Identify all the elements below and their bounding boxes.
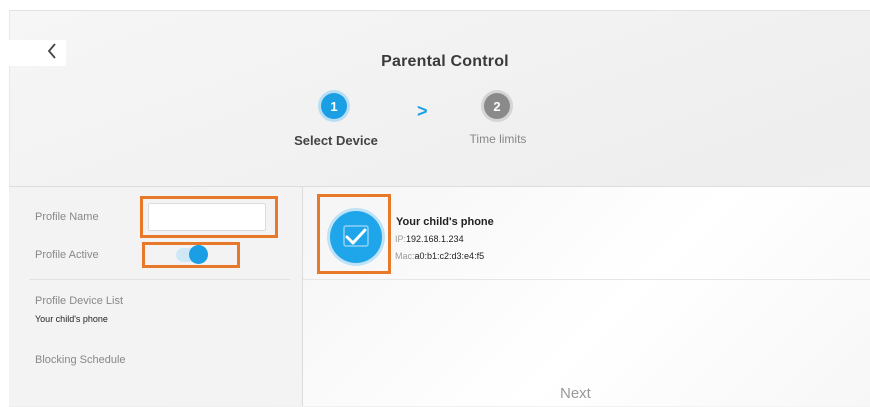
device-name: Your child's phone (396, 216, 494, 228)
profile-active-label: Profile Active (35, 249, 99, 261)
profile-name-label: Profile Name (35, 211, 99, 223)
profile-active-highlight (142, 242, 240, 268)
right-separator (303, 279, 870, 280)
page-title: Parental Control (381, 53, 509, 70)
step-1-indicator: 1 (321, 93, 347, 119)
step-2-label: Time limits (469, 132, 527, 146)
device-ip: 192.168.1.234 (406, 234, 464, 244)
profile-device-list-value: Your child's phone (35, 314, 108, 324)
device-ip-line: IP:192.168.1.234 (395, 234, 464, 244)
device-mac-label: Mac: (395, 251, 415, 261)
step-1-number: 1 (330, 98, 338, 114)
back-button[interactable] (44, 40, 60, 62)
blocking-schedule-label[interactable]: Blocking Schedule (35, 354, 126, 366)
device-mac-line: Mac:a0:b1:c2:d3:e4:f5 (395, 251, 484, 261)
device-select-highlight (317, 194, 391, 274)
device-mac: a0:b1:c2:d3:e4:f5 (414, 251, 485, 261)
next-button[interactable]: Next (560, 385, 591, 402)
chevron-left-icon (47, 43, 56, 59)
profile-device-list-label: Profile Device List (35, 295, 124, 307)
left-separator (29, 279, 290, 280)
device-ip-label: IP: (395, 234, 407, 244)
profile-name-highlight (140, 196, 278, 238)
step-2-indicator: 2 (484, 93, 510, 119)
step-1-label: Select Device (294, 133, 378, 148)
step-separator-arrow: > (417, 101, 428, 121)
step-2-number: 2 (493, 98, 501, 114)
